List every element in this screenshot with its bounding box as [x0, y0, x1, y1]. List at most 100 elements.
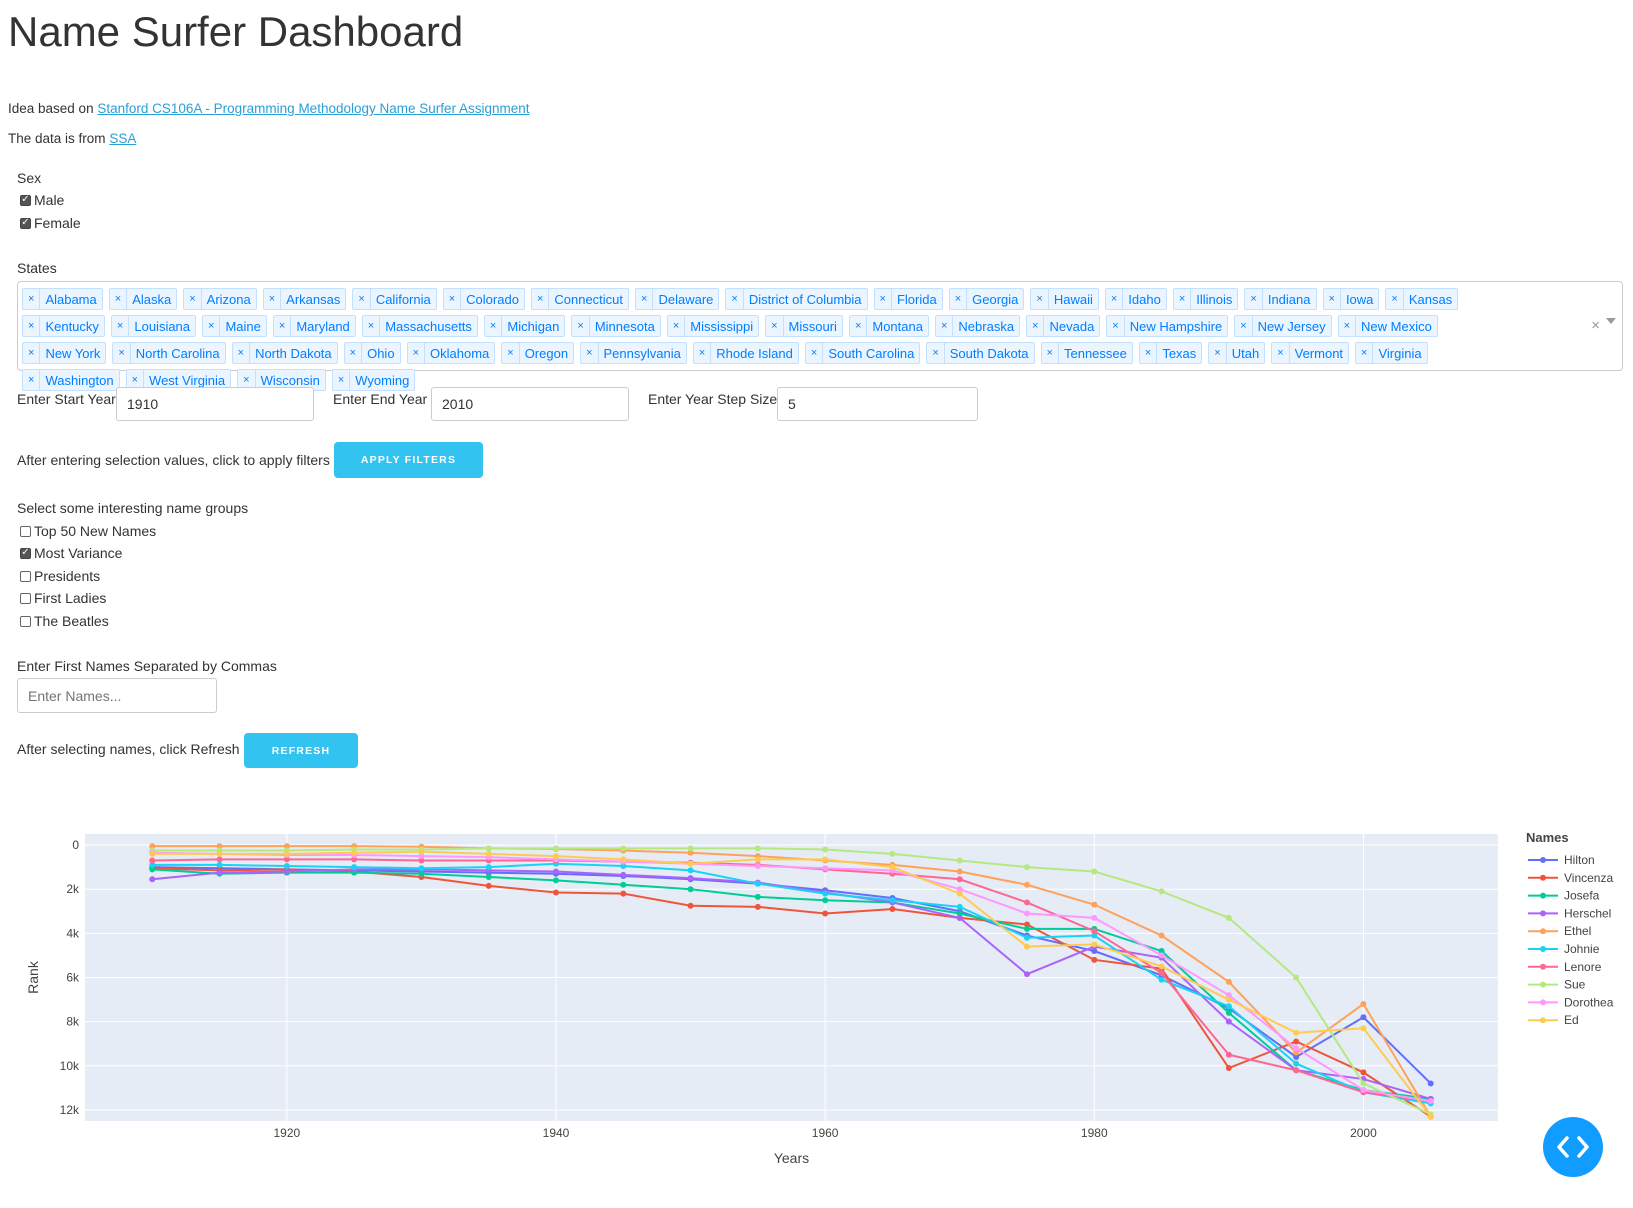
remove-chip-icon[interactable]: × [184, 289, 202, 309]
debug-toggle-button[interactable] [1543, 1117, 1603, 1177]
remove-chip-icon[interactable]: × [502, 343, 520, 363]
state-chip: × Massachusetts [361, 315, 478, 337]
remove-chip-icon[interactable]: × [23, 316, 41, 336]
group-option-top-50[interactable]: Top 50 New Names [20, 523, 156, 539]
legend-item[interactable]: Josefa [1528, 889, 1600, 903]
remove-chip-icon[interactable]: × [203, 316, 221, 336]
clear-all-icon[interactable]: × [1591, 317, 1600, 334]
step-size-label: Enter Year Step Size [648, 391, 778, 407]
remove-chip-icon[interactable]: × [581, 343, 599, 363]
refresh-button[interactable]: REFRESH [244, 733, 358, 768]
remove-chip-icon[interactable]: × [353, 289, 371, 309]
remove-chip-icon[interactable]: × [23, 289, 41, 309]
remove-chip-icon[interactable]: × [694, 343, 712, 363]
checkbox-icon[interactable] [20, 525, 31, 537]
end-year-input[interactable] [431, 387, 629, 421]
legend-item[interactable]: Lenore [1528, 960, 1602, 974]
checkbox-icon[interactable] [20, 570, 31, 582]
state-chip-label: Oklahoma [430, 345, 490, 361]
remove-chip-icon[interactable]: × [1106, 289, 1124, 309]
remove-chip-icon[interactable]: × [806, 343, 824, 363]
remove-chip-icon[interactable]: × [572, 316, 590, 336]
remove-chip-icon[interactable]: × [1140, 343, 1158, 363]
remove-chip-icon[interactable]: × [668, 316, 686, 336]
remove-chip-icon[interactable]: × [1209, 343, 1227, 363]
stanford-link[interactable]: Stanford CS106A - Programming Methodolog… [97, 101, 529, 116]
legend-item[interactable]: Johnie [1528, 942, 1600, 956]
end-year-label: Enter End Year [333, 391, 428, 407]
start-year-input[interactable] [116, 387, 314, 421]
remove-chip-icon[interactable]: × [112, 316, 130, 336]
apply-filters-button[interactable]: APPLY FILTERS [334, 442, 483, 478]
dropdown-arrow-icon[interactable] [1606, 318, 1616, 324]
group-option-first-ladies[interactable]: First Ladies [20, 590, 106, 606]
data-point [620, 890, 627, 897]
remove-chip-icon[interactable]: × [23, 370, 41, 390]
remove-chip-icon[interactable]: × [950, 289, 968, 309]
data-point [754, 903, 761, 910]
remove-chip-icon[interactable]: × [264, 289, 282, 309]
x-tick-label: 1960 [812, 1126, 839, 1140]
remove-chip-icon[interactable]: × [636, 289, 654, 309]
remove-chip-icon[interactable]: × [875, 289, 892, 309]
group-option-beatles[interactable]: The Beatles [20, 613, 109, 629]
remove-chip-icon[interactable]: × [1272, 343, 1290, 363]
names-input[interactable] [17, 678, 217, 713]
remove-chip-icon[interactable]: × [927, 343, 945, 363]
legend-item[interactable]: Sue [1528, 978, 1586, 992]
remove-chip-icon[interactable]: × [363, 316, 381, 336]
legend-item[interactable]: Herschel [1528, 906, 1611, 920]
legend-label: Ethel [1564, 924, 1591, 938]
remove-chip-icon[interactable]: × [345, 343, 363, 363]
data-point [1158, 970, 1165, 977]
checkbox-checked-icon[interactable]: ✓ [20, 194, 31, 206]
state-chip: × Maryland [272, 315, 356, 337]
remove-chip-icon[interactable]: × [444, 289, 462, 309]
remove-chip-icon[interactable]: × [1042, 343, 1059, 363]
ssa-link[interactable]: SSA [109, 131, 136, 146]
remove-chip-icon[interactable]: × [110, 289, 128, 309]
remove-chip-icon[interactable]: × [233, 343, 251, 363]
sex-option-female[interactable]: ✓ Female [20, 215, 81, 231]
remove-chip-icon[interactable]: × [1031, 289, 1049, 309]
legend-item[interactable]: Hilton [1528, 853, 1595, 867]
remove-chip-icon[interactable]: × [274, 316, 292, 336]
remove-chip-icon[interactable]: × [936, 316, 954, 336]
legend-item[interactable]: Ed [1528, 1013, 1579, 1027]
checkbox-checked-icon[interactable]: ✓ [20, 547, 31, 559]
group-option-presidents[interactable]: Presidents [20, 568, 100, 584]
remove-chip-icon[interactable]: × [1339, 316, 1357, 336]
remove-chip-icon[interactable]: × [113, 343, 131, 363]
remove-chip-icon[interactable]: × [1324, 289, 1341, 309]
data-point [553, 845, 559, 852]
state-chip: × South Carolina [804, 342, 921, 364]
legend-marker [1540, 928, 1546, 935]
remove-chip-icon[interactable]: × [1174, 289, 1192, 309]
remove-chip-icon[interactable]: × [766, 316, 784, 336]
legend-item[interactable]: Dorothea [1528, 995, 1614, 1009]
remove-chip-icon[interactable]: × [850, 316, 868, 336]
states-multiselect[interactable]: × Alabama × Alaska × Arizona × Arkansas × Califor… [17, 281, 1623, 391]
remove-chip-icon[interactable]: × [1356, 343, 1374, 363]
remove-chip-icon[interactable]: × [1386, 289, 1404, 309]
remove-chip-icon[interactable]: × [333, 370, 351, 390]
group-option-most-variance[interactable]: ✓ Most Variance [20, 545, 122, 561]
remove-chip-icon[interactable]: × [1027, 316, 1045, 336]
checkbox-icon[interactable] [20, 615, 31, 627]
state-chip-label: Florida [896, 291, 937, 307]
remove-chip-icon[interactable]: × [726, 289, 744, 309]
remove-chip-icon[interactable]: × [485, 316, 503, 336]
checkbox-checked-icon[interactable]: ✓ [20, 217, 31, 229]
remove-chip-icon[interactable]: × [1235, 316, 1253, 336]
sex-option-male[interactable]: ✓ Male [20, 192, 64, 208]
data-point [216, 850, 223, 857]
checkbox-icon[interactable] [20, 592, 31, 604]
remove-chip-icon[interactable]: × [408, 343, 425, 363]
remove-chip-icon[interactable]: × [1107, 316, 1125, 336]
remove-chip-icon[interactable]: × [532, 289, 550, 309]
remove-chip-icon[interactable]: × [23, 343, 41, 363]
legend-item[interactable]: Vincenza [1528, 871, 1613, 885]
remove-chip-icon[interactable]: × [1245, 289, 1263, 309]
legend-item[interactable]: Ethel [1528, 924, 1591, 938]
step-size-input[interactable] [777, 387, 978, 421]
